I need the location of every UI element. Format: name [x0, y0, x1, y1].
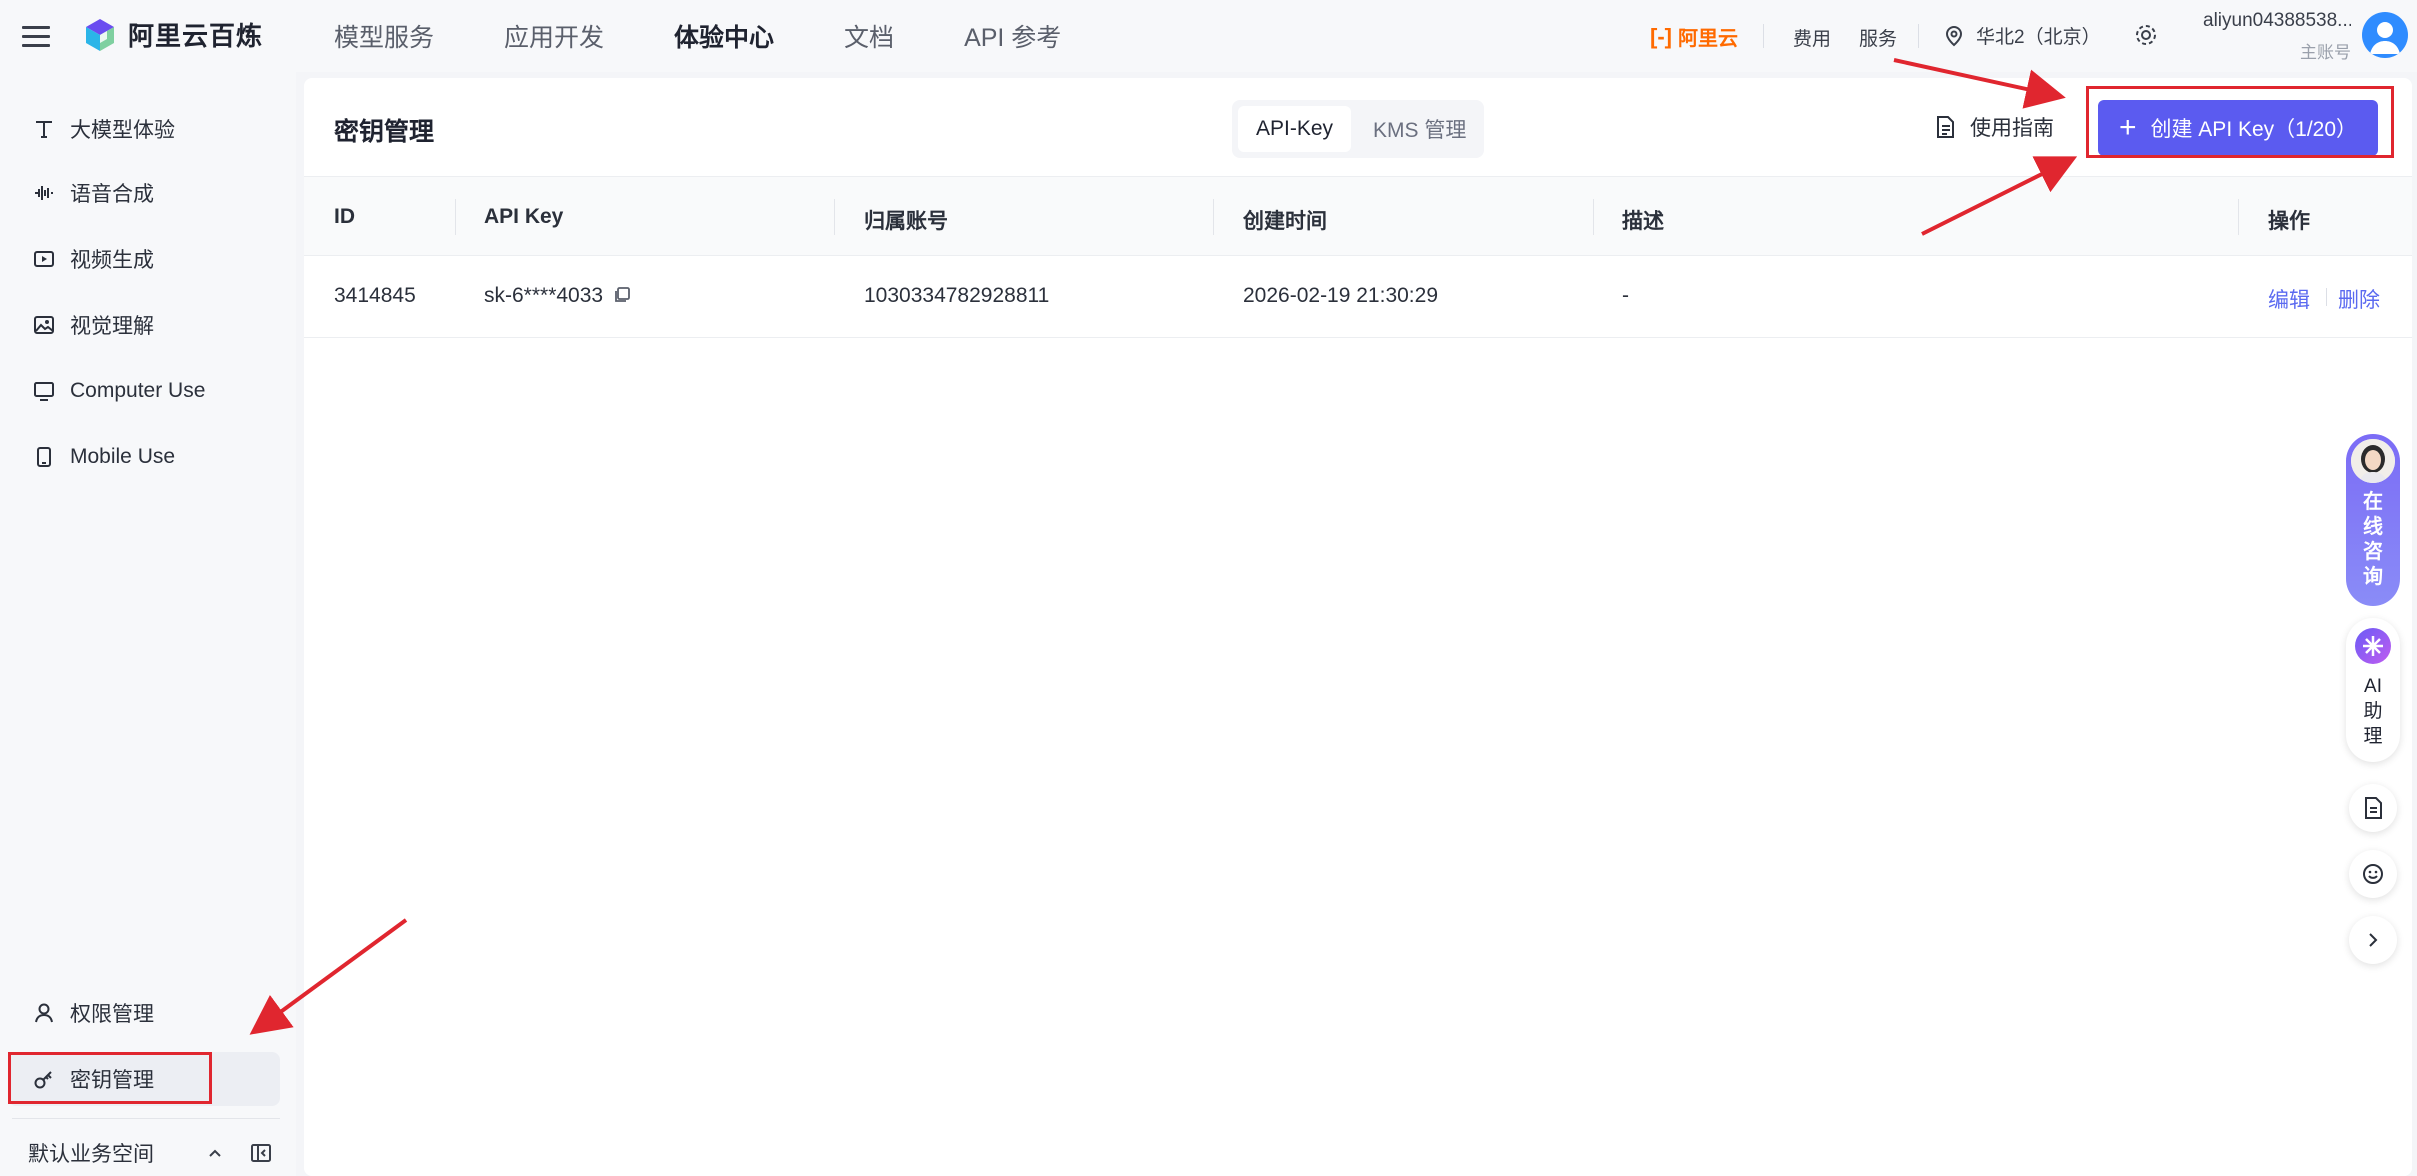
sidebar-item-label: 视觉理解 [70, 315, 154, 338]
ai-assistant-button[interactable]: AI 助理 [2346, 618, 2400, 762]
sidebar-item-mobile-use[interactable]: Mobile Use [8, 430, 280, 484]
hamburger-menu-icon[interactable] [22, 22, 50, 48]
sidebar-item-video-generation[interactable]: 视频生成 [8, 232, 280, 286]
region-selector[interactable]: 华北2（北京） [1944, 22, 2101, 49]
annotation-box-create-button [2086, 86, 2394, 158]
nav-model-service[interactable]: 模型服务 [334, 18, 434, 54]
fee-link[interactable]: 费用 [1793, 24, 1831, 51]
account-info[interactable]: aliyun04388538... 主账号 [2203, 10, 2351, 63]
sidebar-divider [12, 1118, 280, 1119]
brand-name: 阿里云百炼 [128, 21, 264, 51]
aliyun-bracket-icon: [-] [1650, 23, 1672, 49]
api-key-value: sk-6****4033 [484, 284, 604, 307]
user-icon [32, 1001, 56, 1025]
nav-docs[interactable]: 文档 [844, 18, 894, 54]
region-label: 华北2（北京） [1976, 27, 2101, 48]
expand-float-button[interactable] [2349, 916, 2397, 964]
nav-api-reference[interactable]: API 参考 [964, 18, 1061, 54]
avatar-person-icon [2370, 22, 2400, 54]
sidebar-item-label: 语音合成 [70, 183, 154, 206]
column-divider [1593, 199, 1594, 235]
sidebar-item-label: Mobile Use [70, 445, 176, 468]
sidebar-item-speech-synthesis[interactable]: 语音合成 [8, 166, 280, 220]
location-pin-icon [1945, 25, 1963, 46]
main-content: 密钥管理 API-Key KMS 管理 使用指南 + 创建 API Key（1/… [304, 78, 2412, 1176]
cell-description: - [1622, 284, 1629, 307]
main-nav: 模型服务 应用开发 体验中心 文档 API 参考 [334, 0, 1131, 72]
cell-account: 1030334782928811 [864, 284, 1050, 307]
monitor-icon [32, 379, 56, 403]
edit-link[interactable]: 编辑 [2268, 284, 2310, 314]
column-divider [455, 199, 456, 235]
sidebar-item-label: 权限管理 [70, 1003, 154, 1026]
column-header-id: ID [334, 205, 355, 228]
workspace-selector[interactable]: 默认业务空间 [28, 1138, 154, 1168]
sidebar-item-label: 大模型体验 [70, 119, 175, 142]
table-row: 3414845 sk-6****4033 1030334782928811 20… [304, 256, 2412, 338]
settings-gear-icon[interactable] [2133, 22, 2159, 48]
column-header-actions: 操作 [2268, 210, 2310, 233]
feedback-float-button[interactable] [2349, 850, 2397, 898]
column-header-api-key: API Key [484, 205, 564, 228]
aliyun-logo[interactable]: [-] 阿里云 [1650, 22, 1738, 51]
cell-id: 3414845 [334, 284, 416, 307]
nav-experience-center[interactable]: 体验中心 [674, 18, 774, 54]
divider [1918, 24, 1919, 48]
ai-orb-icon [2355, 628, 2391, 664]
cell-api-key: sk-6****4033 [484, 284, 631, 308]
page-title: 密钥管理 [334, 118, 435, 146]
copy-icon[interactable] [613, 286, 631, 304]
sidebar: 大模型体验 语音合成 视频生成 视觉理解 Computer Use Mobile… [0, 72, 296, 1176]
sidebar-item-label: Computer Use [70, 379, 206, 402]
top-navbar: 阿里云百炼 模型服务 应用开发 体验中心 文档 API 参考 [-] 阿里云 费… [0, 0, 2417, 72]
collapse-sidebar-icon[interactable] [250, 1142, 272, 1164]
sidebar-item-llm-experience[interactable]: 大模型体验 [8, 102, 280, 156]
sidebar-item-label: 视频生成 [70, 249, 154, 272]
cell-created-time: 2026-02-19 21:30:29 [1243, 284, 1438, 307]
sidebar-item-visual-understanding[interactable]: 视觉理解 [8, 298, 280, 352]
action-divider [2326, 288, 2327, 306]
text-icon [32, 117, 56, 141]
usage-guide-link[interactable]: 使用指南 [1934, 112, 2054, 142]
sidebar-item-computer-use[interactable]: Computer Use [8, 364, 280, 418]
aliyun-logo-text: 阿里云 [1677, 28, 1738, 50]
column-header-description: 描述 [1622, 210, 1664, 233]
column-divider [1213, 199, 1214, 235]
column-header-created-time: 创建时间 [1243, 210, 1327, 233]
bailian-logo-icon [86, 18, 114, 51]
chevron-up-icon[interactable] [206, 1144, 224, 1162]
key-type-tabs: API-Key KMS 管理 [1232, 100, 1484, 158]
image-icon [32, 313, 56, 337]
account-name: aliyun04388538... [2203, 10, 2351, 31]
nav-app-dev[interactable]: 应用开发 [504, 18, 604, 54]
tab-api-key[interactable]: API-Key [1238, 106, 1352, 152]
document-icon [1937, 116, 1954, 138]
brand-logo[interactable]: 阿里云百炼 [82, 16, 263, 53]
tab-kms-management[interactable]: KMS 管理 [1355, 106, 1484, 152]
delete-link[interactable]: 删除 [2338, 284, 2380, 314]
chevron-right-icon [2369, 933, 2378, 947]
sidebar-item-permission-management[interactable]: 权限管理 [8, 986, 280, 1040]
column-header-account: 归属账号 [864, 210, 948, 233]
phone-icon [32, 445, 56, 469]
document-float-button[interactable] [2349, 784, 2397, 832]
online-consult-button[interactable]: 在线咨询 [2346, 434, 2400, 606]
online-consult-label: 在线咨询 [2363, 491, 2383, 588]
user-avatar[interactable] [2362, 12, 2408, 58]
table-header: ID API Key 归属账号 创建时间 描述 操作 [304, 176, 2412, 256]
consultant-avatar [2351, 439, 2395, 483]
video-icon [32, 247, 56, 271]
smiley-icon [2363, 864, 2383, 884]
column-divider [2238, 199, 2239, 235]
waveform-icon [32, 181, 56, 205]
annotation-box-key-management [8, 1052, 212, 1104]
account-role: 主账号 [2300, 43, 2351, 62]
ai-assistant-label: AI 助理 [2363, 676, 2383, 747]
column-divider [834, 199, 835, 235]
service-link[interactable]: 服务 [1859, 24, 1897, 51]
divider [1763, 24, 1764, 48]
usage-guide-label: 使用指南 [1970, 117, 2054, 140]
document-icon [2365, 797, 2382, 819]
